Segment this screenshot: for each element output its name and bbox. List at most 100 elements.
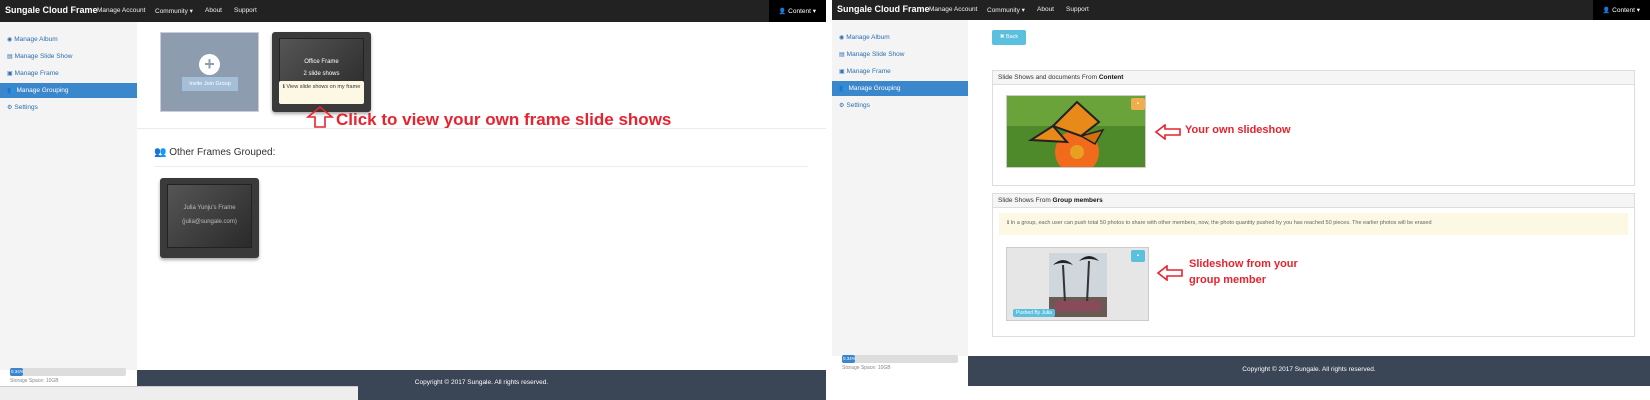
pushed-by-badge: Pushed By Julia: [1013, 309, 1055, 317]
storage-label: Storage Space: 10GB: [10, 378, 59, 384]
panel-heading-prefix: Slide Shows and documents From: [998, 74, 1099, 81]
group-icon: 👥: [7, 88, 15, 94]
sidebar-item-manage-grouping[interactable]: 👥 Manage Grouping: [0, 83, 137, 98]
panel-heading-prefix: Slide Shows From: [998, 197, 1053, 204]
film-icon: ▤: [839, 52, 845, 58]
alert-text: In a group, each user can push total 50 …: [1010, 220, 1432, 226]
callout-group-slideshow: Slideshow from your group member: [1189, 256, 1298, 288]
camera-icon: ◉: [7, 37, 13, 43]
frame-name: Julia Yunju's Frame: [183, 205, 236, 211]
film-icon: ▤: [7, 54, 13, 60]
back-label: Back: [1005, 34, 1019, 40]
sidebar-item-label: Manage Album: [14, 36, 58, 43]
invite-join-group-button[interactable]: Invite Join Group: [182, 77, 238, 91]
storage-progress-bar: 0.34%: [10, 368, 126, 376]
brand-logo[interactable]: Sungale Cloud Frame: [837, 4, 930, 14]
own-slideshows-panel: Slide Shows and documents From Content ▪…: [992, 70, 1635, 186]
sidebar-item-label: Settings: [846, 102, 870, 109]
account-label: Content ▾: [788, 8, 816, 15]
sidebar-item-manage-frame[interactable]: ▣ Manage Frame: [0, 66, 137, 81]
divider: [137, 128, 826, 129]
sidebar-item-manage-grouping[interactable]: 👥 Manage Grouping: [832, 81, 968, 96]
left-screenshot: Sungale Cloud Frame Manage Account Commu…: [0, 0, 826, 400]
callout-line: group member: [1189, 274, 1267, 286]
sidebar-item-label: Settings: [14, 104, 38, 111]
user-icon: 👤: [778, 9, 787, 15]
group-icon: 👥: [154, 147, 167, 158]
callout-view-own-frame: Click to view your own frame slide shows: [336, 110, 672, 129]
nav-manage-account[interactable]: Manage Account: [929, 6, 977, 13]
frame-name: Office Frame: [304, 59, 339, 65]
nav-manage-account[interactable]: Manage Account: [97, 7, 145, 14]
panel-heading-owner: Group members: [1052, 197, 1103, 204]
sidebar-item-label: Manage Grouping: [848, 85, 901, 92]
sidebar-item-manage-album[interactable]: ◉ Manage Album: [832, 30, 968, 45]
panel-heading: Slide Shows From Group members: [993, 194, 1634, 208]
sidebar: ◉ Manage Album ▤ Manage Slide Show ▣ Manage…: [832, 20, 968, 371]
account-label: Content ▾: [1612, 7, 1640, 14]
right-screenshot: Sungale Cloud Frame Manage Account Commu…: [832, 0, 1650, 400]
palm-trees-image: [1049, 253, 1107, 317]
gear-icon: ⚙: [839, 103, 845, 109]
nav-community[interactable]: Community ▾: [987, 6, 1025, 14]
copyright-text: Copyright © 2017 Sungale. All rights res…: [1242, 366, 1376, 373]
view-slide-shows-tooltip[interactable]: ℹ View slide shows on my frame: [279, 81, 364, 104]
storage-progress-bar: 0.34%: [842, 355, 958, 363]
sidebar-item-settings[interactable]: ⚙ Settings: [832, 98, 968, 113]
storage-label: Storage Space: 10GB: [842, 365, 891, 371]
sidebar-item-manage-slide-show[interactable]: ▤ Manage Slide Show: [0, 49, 137, 64]
frame-slide-count: 2 slide shows: [303, 71, 340, 77]
footer: Copyright © 2017 Sungale. All rights res…: [968, 356, 1650, 386]
group-slideshows-panel: Slide Shows From Group members ℹ In a gr…: [992, 193, 1635, 337]
browser-status-bar: [0, 386, 358, 400]
plus-icon: +: [199, 54, 220, 75]
storage-progress-fill: 0.34%: [10, 368, 24, 376]
arrow-up-icon: [306, 106, 334, 128]
panel-heading: Slide Shows and documents From Content: [993, 71, 1634, 85]
arrow-left-icon: [1157, 265, 1183, 281]
slideshow-options-button[interactable]: ▪: [1131, 98, 1145, 110]
group-slideshow-thumbnail[interactable]: Pushed By Julia ▪: [1006, 247, 1149, 321]
brand-logo[interactable]: Sungale Cloud Frame: [5, 5, 98, 15]
nav-about[interactable]: About: [205, 7, 222, 14]
panel-heading-owner: Content: [1098, 74, 1124, 81]
nav-support[interactable]: Support: [234, 7, 257, 14]
sidebar-item-manage-frame[interactable]: ▣ Manage Frame: [832, 64, 968, 79]
slideshow-options-button[interactable]: ▪: [1131, 250, 1145, 262]
user-icon: 👤: [1602, 8, 1611, 14]
sidebar-item-label: Manage Album: [846, 34, 890, 41]
sidebar-item-label: Manage Slide Show: [846, 51, 905, 58]
nav-support[interactable]: Support: [1066, 6, 1089, 13]
sidebar-item-manage-slide-show[interactable]: ▤ Manage Slide Show: [832, 47, 968, 62]
group-quota-alert: ℹ In a group, each user can push total 5…: [999, 213, 1628, 235]
sidebar-item-settings[interactable]: ⚙ Settings: [0, 100, 137, 115]
picture-icon: ▣: [7, 71, 13, 77]
top-navbar: Sungale Cloud Frame Manage Account Commu…: [832, 0, 1650, 20]
callout-line: Slideshow from your: [1189, 258, 1298, 270]
tooltip-text: View slide shows on my frame: [286, 84, 361, 90]
arrow-left-icon: [1155, 124, 1181, 140]
group-icon: 👥: [839, 86, 847, 92]
sidebar-item-label: Manage Frame: [846, 68, 891, 75]
nav-community[interactable]: Community ▾: [155, 7, 193, 15]
storage-progress-fill: 0.34%: [842, 355, 856, 363]
gear-icon: ⚙: [7, 105, 13, 111]
account-menu[interactable]: 👤 Content ▾: [1592, 0, 1650, 20]
frame-email: (julia@sungale.com): [182, 219, 237, 225]
sidebar-item-manage-album[interactable]: ◉ Manage Album: [0, 32, 137, 47]
back-button[interactable]: ✖ Back: [992, 30, 1026, 45]
sidebar-item-label: Manage Slide Show: [14, 53, 73, 60]
other-frames-title: 👥 Other Frames Grouped:: [154, 147, 275, 158]
nav-about[interactable]: About: [1037, 6, 1054, 13]
invite-join-group-tile[interactable]: + Invite Join Group: [160, 32, 259, 112]
account-menu[interactable]: 👤 Content ▾: [768, 0, 826, 22]
camera-icon: ◉: [839, 35, 845, 41]
frame-screen: [167, 184, 252, 248]
julia-frame-tile[interactable]: Julia Yunju's Frame (julia@sungale.com): [160, 178, 259, 258]
sidebar-item-label: Manage Frame: [14, 70, 59, 77]
callout-own-slideshow: Your own slideshow: [1185, 124, 1291, 136]
sidebar-item-label: Manage Grouping: [16, 87, 69, 94]
sidebar: ◉ Manage Album ▤ Manage Slide Show ▣ Manage…: [0, 22, 137, 384]
own-slideshow-thumbnail[interactable]: ▪: [1006, 95, 1146, 174]
divider: [154, 166, 808, 167]
